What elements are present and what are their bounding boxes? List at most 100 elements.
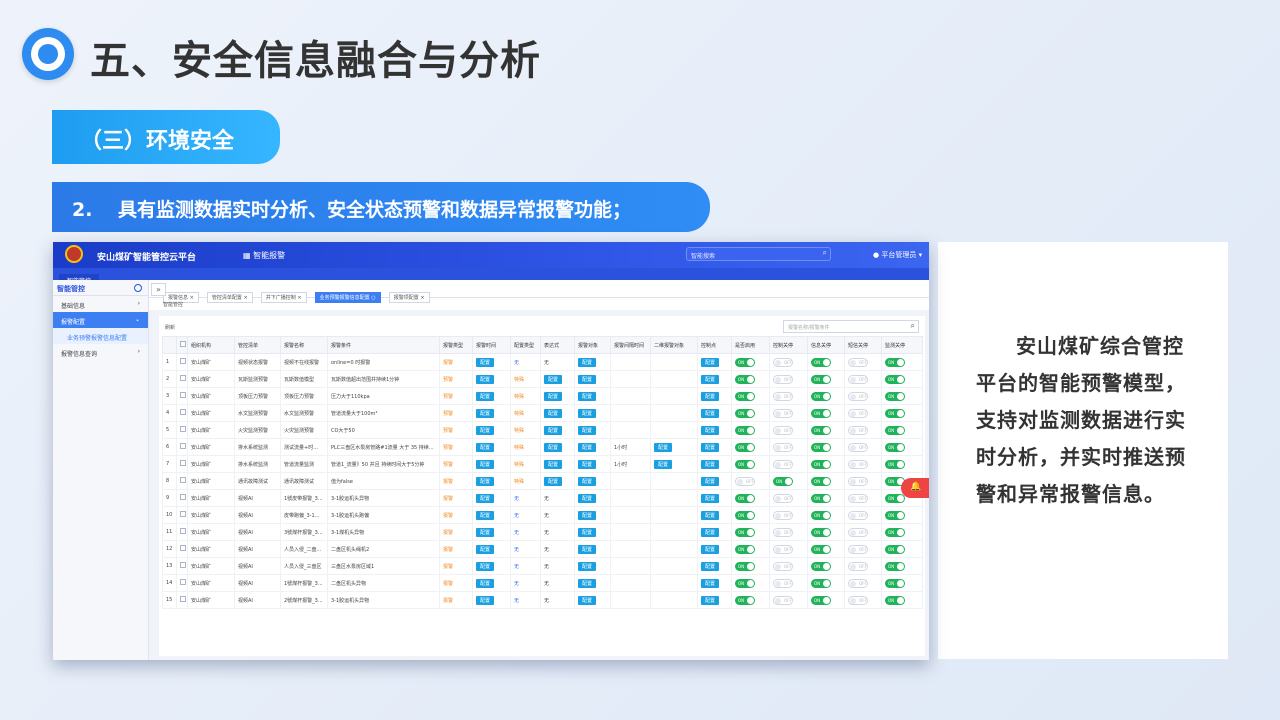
config-button[interactable]: 配置 [578,391,597,401]
row-checkbox[interactable] [180,392,186,398]
toggle-switch[interactable]: ON [735,544,755,554]
table-row[interactable]: 9 安山煤矿 视频AI 1號皮带报警_3... 3-1胶运机头异物 报警 配置无无配置 配置 O… [162,489,923,507]
row-checkbox[interactable] [180,494,186,500]
row-checkbox[interactable] [180,375,186,381]
table-row[interactable]: 10 安山煤矿 视频AI 皮带跑偏_3-1... 3-1胶运机头跑偏 报警 配置无无配置 配置… [162,506,923,524]
config-button[interactable]: 配置 [544,374,563,384]
row-checkbox-cell[interactable] [176,438,188,456]
toggle-switch[interactable]: OFF [848,357,868,367]
row-checkbox-cell[interactable] [176,370,188,388]
toggle-switch[interactable]: OFF [848,544,868,554]
config-button[interactable]: 配置 [578,442,597,452]
config-button[interactable]: 配置 [654,442,673,452]
row-checkbox[interactable] [180,511,186,517]
config-button[interactable]: 配置 [476,391,495,401]
toggle-switch[interactable]: ON [735,578,755,588]
toggle-switch[interactable]: ON [811,374,831,384]
table-row[interactable]: 3 安山煤矿 顶板压力预警 顶板压力预警 压力大于110kpa 预警 配置 特殊 配置 配置 配置 O… [162,387,923,405]
select-all-checkbox[interactable] [180,341,186,347]
config-button[interactable]: 配置 [701,561,720,571]
row-checkbox[interactable] [180,477,186,483]
row-checkbox[interactable] [180,426,186,432]
toggle-switch[interactable]: ON [811,510,831,520]
toggle-switch[interactable]: ON [735,442,755,452]
toggle-switch[interactable]: OFF [773,357,793,367]
config-button[interactable]: 配置 [578,357,597,367]
row-checkbox[interactable] [180,443,186,449]
config-button[interactable]: 配置 [701,595,720,605]
search-icon[interactable]: ⌕ [911,321,915,331]
toggle-switch[interactable]: ON [885,425,905,435]
config-button[interactable]: 配置 [701,544,720,554]
toggle-switch[interactable]: OFF [848,374,868,384]
config-button[interactable]: 配置 [701,476,720,486]
toggle-switch[interactable]: ON [735,595,755,605]
config-button[interactable]: 配置 [578,544,597,554]
config-button[interactable]: 配置 [701,357,720,367]
table-row[interactable]: 12 安山煤矿 视频AI 人员入侵_二盘... 二盘区机头绳机2 报警 配置无无配置 配置 ON… [162,540,923,558]
toggle-switch[interactable]: ON [811,425,831,435]
table-row[interactable]: 8 安山煤矿 通讯故障测试 通讯故障测试 值为false 报警 配置 特殊 配置 配置 配置 OFF O… [162,472,923,490]
toggle-switch[interactable]: OFF [848,408,868,418]
toggle-switch[interactable]: ON [735,357,755,367]
row-checkbox-cell[interactable] [176,523,188,541]
toggle-switch[interactable]: ON [885,544,905,554]
toggle-switch[interactable]: OFF [848,510,868,520]
toggle-switch[interactable]: OFF [735,476,755,486]
toggle-switch[interactable]: ON [773,476,793,486]
toggle-switch[interactable]: ON [811,476,831,486]
global-search-input[interactable]: 智能搜索 ⌕ [686,247,831,261]
toggle-switch[interactable]: ON [885,408,905,418]
toggle-switch[interactable]: ON [811,493,831,503]
config-button[interactable]: 配置 [701,493,720,503]
config-button[interactable]: 配置 [701,510,720,520]
config-button[interactable]: 配置 [476,476,495,486]
toggle-switch[interactable]: ON [735,374,755,384]
toggle-switch[interactable]: ON [735,459,755,469]
row-checkbox-cell[interactable] [176,591,188,609]
config-button[interactable]: 配置 [476,357,495,367]
row-checkbox-cell[interactable] [176,557,188,575]
config-button[interactable]: 配置 [578,510,597,520]
toggle-switch[interactable]: ON [811,459,831,469]
filter-search-input[interactable]: 报警名称/报警条件 ⌕ [783,320,919,333]
toggle-switch[interactable]: ON [735,391,755,401]
row-checkbox[interactable] [180,460,186,466]
toggle-switch[interactable]: ON [885,374,905,384]
collapse-circle-icon[interactable] [134,284,142,292]
row-checkbox[interactable] [180,562,186,568]
table-row[interactable]: 1 安山煤矿 视频状态报警 视频不在线报警 online=0 时报警 报警 配置无无配置 配置… [162,353,923,371]
sidebar-item-alarm-query[interactable]: 报警信息查询 › [53,344,148,360]
toggle-switch[interactable]: OFF [773,374,793,384]
config-button[interactable]: 配置 [476,374,495,384]
config-button[interactable]: 配置 [578,459,597,469]
refresh-button[interactable]: 刷新 [165,324,175,331]
toggle-switch[interactable]: OFF [848,595,868,605]
search-icon[interactable]: ⌕ [823,248,827,258]
row-checkbox[interactable] [180,528,186,534]
toggle-switch[interactable]: OFF [773,442,793,452]
config-button[interactable]: 配置 [544,476,563,486]
toggle-switch[interactable]: ON [885,493,905,503]
config-button[interactable]: 配置 [654,459,673,469]
toggle-switch[interactable]: ON [735,527,755,537]
toggle-switch[interactable]: ON [885,561,905,571]
toggle-switch[interactable]: ON [735,510,755,520]
config-button[interactable]: 配置 [476,425,495,435]
table-row[interactable]: 13 安山煤矿 视频AI 人员入侵_三盘区 三盘区水泵房区域1 报警 配置无无配置 配置 ON O… [162,557,923,575]
toggle-switch[interactable]: ON [735,408,755,418]
toggle-switch[interactable]: ON [885,595,905,605]
config-button[interactable]: 配置 [578,408,597,418]
toggle-switch[interactable]: ON [885,527,905,537]
row-checkbox[interactable] [180,596,186,602]
row-checkbox[interactable] [180,545,186,551]
row-checkbox-cell[interactable] [176,540,188,558]
config-button[interactable]: 配置 [544,425,563,435]
row-checkbox-cell[interactable] [176,472,188,490]
toggle-switch[interactable]: OFF [848,442,868,452]
sidebar-item-warning-config[interactable]: 业务预警报警信息配置 [53,328,148,344]
toggle-switch[interactable]: OFF [848,476,868,486]
config-button[interactable]: 配置 [578,493,597,503]
toggle-switch[interactable]: OFF [773,408,793,418]
table-row[interactable]: 14 安山煤矿 视频AI 1號煤杆报警_3... 二盘区机头异物 报警 配置无无配置 配置 ON… [162,574,923,592]
